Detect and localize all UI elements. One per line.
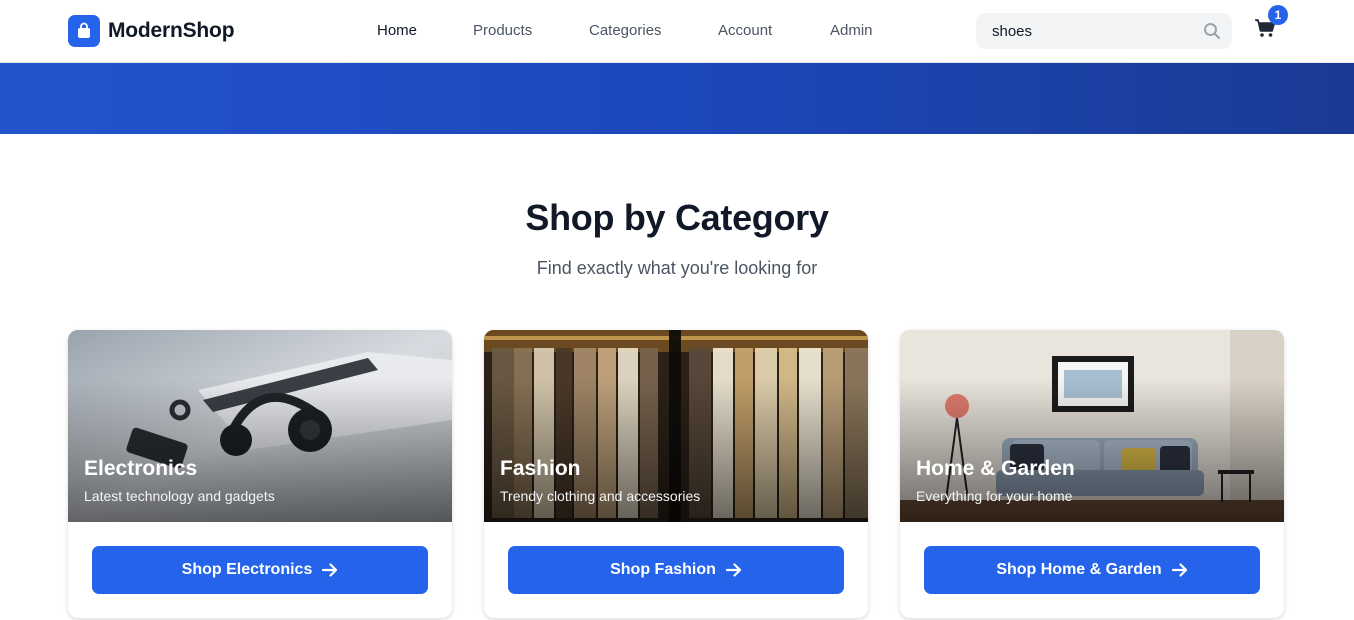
button-label: Shop Home & Garden [996,561,1162,578]
page: ModernShop Home Products Categories Acco… [0,0,1354,620]
category-card-fashion: Fashion Trendy clothing and accessories … [484,330,868,618]
site-header: ModernShop Home Products Categories Acco… [0,0,1354,63]
shop-fashion-button[interactable]: Shop Fashion [508,546,844,594]
section-subtitle: Find exactly what you're looking for [536,258,818,278]
search-box [976,13,1232,49]
button-label: Shop Electronics [181,561,313,578]
hero-banner [0,63,1354,134]
arrow-right-icon [725,563,742,577]
category-card-home-garden: Home & Garden Everything for your home S… [900,330,1284,618]
nav-products[interactable]: Products [473,22,532,39]
card-title: Electronics [84,457,198,480]
arrow-right-icon [322,563,338,577]
nav-categories[interactable]: Categories [589,22,662,39]
card-description: Everything for your home [916,488,1073,504]
search-input[interactable] [976,13,1196,49]
shop-home-garden-button[interactable]: Shop Home & Garden [924,546,1260,594]
nav-home[interactable]: Home [377,22,417,39]
button-label: Shop Fashion [610,561,716,578]
arrow-right-icon [1171,563,1188,577]
card-title: Home & Garden [916,457,1075,480]
search-icon[interactable] [1200,19,1224,43]
cart-count-badge: 1 [1268,5,1288,25]
card-description: Trendy clothing and accessories [500,488,701,504]
nav-account[interactable]: Account [718,22,772,39]
card-description: Latest technology and gadgets [84,488,275,504]
category-card-electronics: Electronics Latest technology and gadget… [68,330,452,618]
shop-electronics-button[interactable]: Shop Electronics [92,546,428,594]
section-title: Shop by Category [525,197,829,238]
nav-admin[interactable]: Admin [830,22,873,39]
card-title: Fashion [500,457,581,480]
